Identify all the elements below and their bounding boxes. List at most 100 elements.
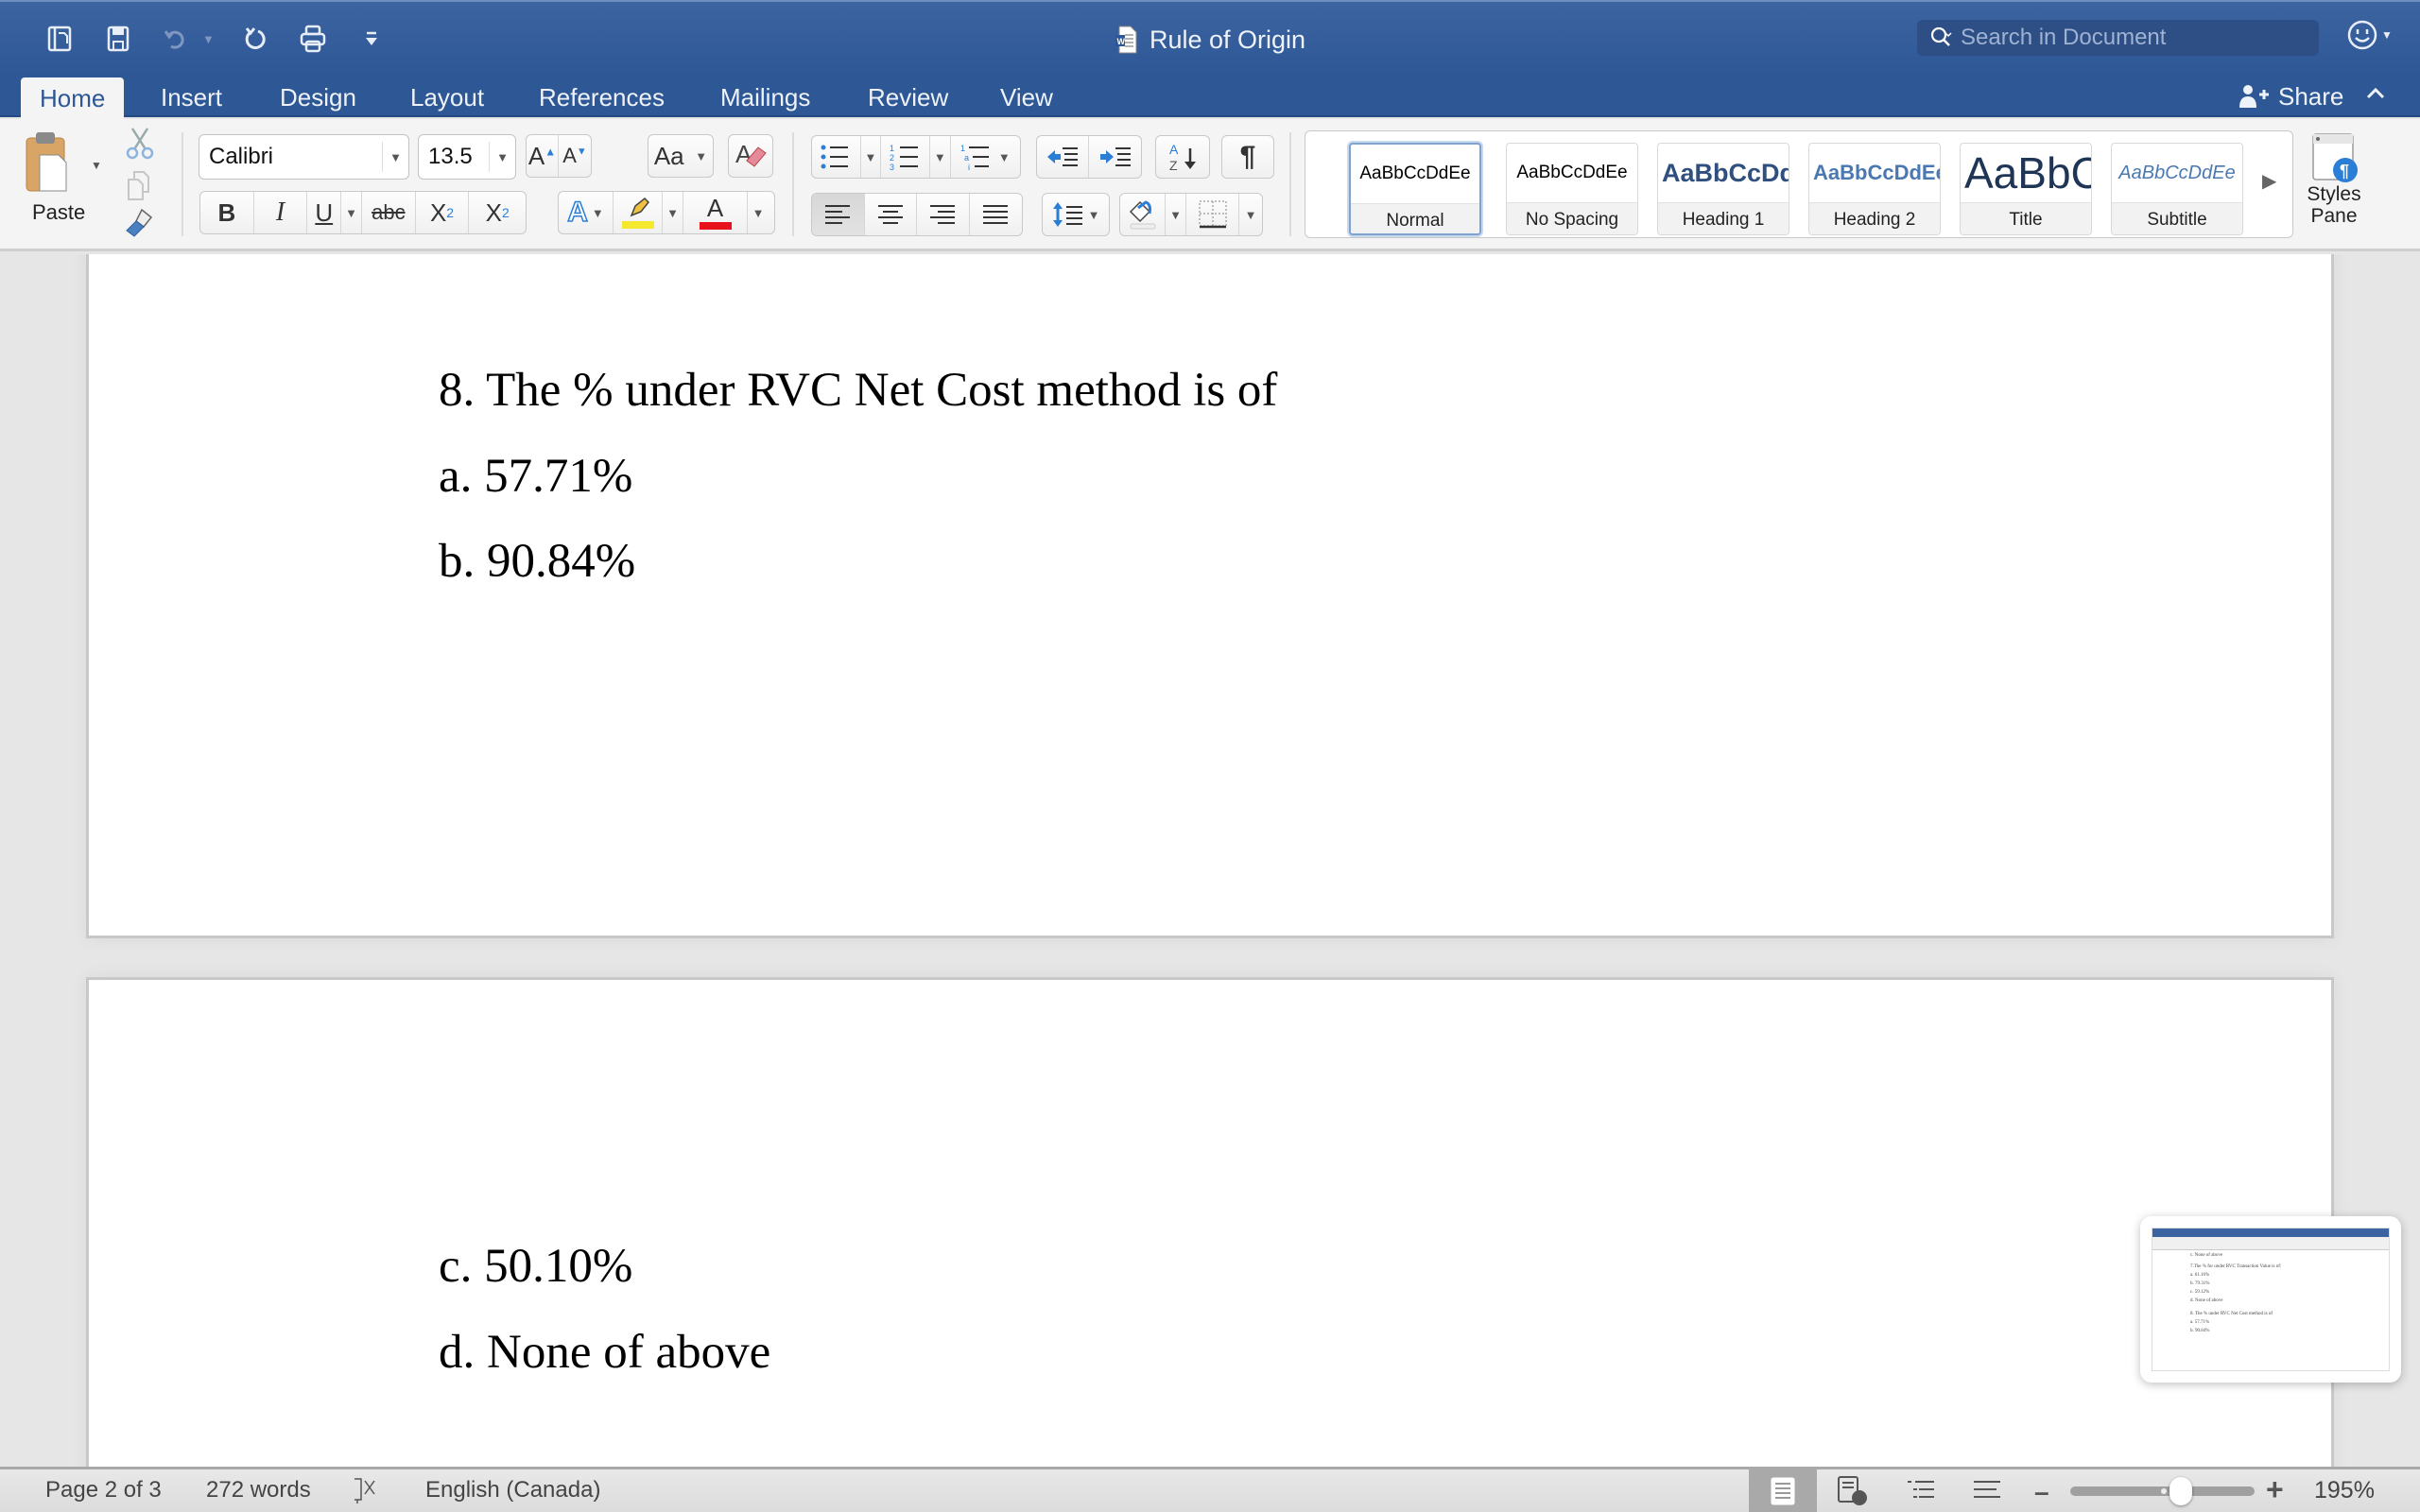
numbering-dropdown[interactable]: ▼	[930, 136, 951, 178]
borders-dropdown[interactable]: ▼	[1239, 194, 1262, 235]
page-count[interactable]: Page 2 of 3	[45, 1477, 162, 1503]
subscript-button[interactable]: X2	[416, 192, 470, 233]
copy-icon[interactable]	[125, 168, 155, 207]
paste-dropdown-icon[interactable]: ▼	[91, 159, 102, 172]
tab-design[interactable]: Design	[261, 76, 375, 119]
paste-button[interactable]	[23, 129, 79, 204]
tab-view[interactable]: View	[981, 76, 1072, 119]
proofing-icon[interactable]	[352, 1475, 384, 1510]
align-left-button[interactable]	[812, 194, 865, 235]
tab-insert[interactable]: Insert	[142, 76, 241, 119]
italic-button[interactable]: I	[254, 192, 308, 233]
shrink-font-button[interactable]: A▼	[559, 135, 591, 177]
shading-borders-group: ▼ ▼	[1119, 193, 1263, 236]
search-input[interactable]	[1961, 25, 2282, 51]
style-no-spacing[interactable]: AaBbCcDdEe No Spacing	[1506, 143, 1638, 235]
question-text[interactable]: 8. The % under RVC Net Cost method is of	[439, 363, 1277, 418]
document-canvas[interactable]: 8. The % under RVC Net Cost method is of…	[0, 254, 2420, 1467]
redo-icon[interactable]	[238, 23, 270, 55]
web-layout-view-button[interactable]	[1819, 1469, 1887, 1512]
font-color-button[interactable]: A	[683, 192, 748, 233]
style-sample: AaBbC	[1964, 148, 2091, 198]
styles-pane-button[interactable]: ¶ Styles Pane	[2303, 130, 2365, 244]
highlight-dropdown[interactable]: ▼	[663, 192, 683, 233]
word-count[interactable]: 272 words	[206, 1477, 311, 1503]
sidebar-toggle-icon[interactable]	[43, 23, 76, 55]
highlighter-icon	[630, 197, 649, 217]
decrease-indent-button[interactable]	[1037, 136, 1090, 178]
align-center-button[interactable]	[865, 194, 917, 235]
multilevel-list-button[interactable]: 1ai ▼	[951, 136, 1020, 178]
page-1[interactable]: 8. The % under RVC Net Cost method is of…	[86, 254, 2334, 938]
outline-view-button[interactable]	[1887, 1469, 1955, 1512]
sort-button[interactable]: AZ	[1155, 135, 1210, 179]
tab-references[interactable]: References	[520, 76, 683, 119]
change-case-button[interactable]: Aa ▼	[648, 134, 714, 178]
clear-formatting-button[interactable]: A	[728, 134, 773, 178]
home-ribbon: ▼ Paste Calibri ▼ 13.5 ▼ A▲ A▼ Aa ▼ A B I…	[0, 119, 2420, 251]
answer-option-c[interactable]: c. 50.10%	[439, 1239, 632, 1294]
group-separator	[182, 132, 183, 236]
page-2[interactable]: c. 50.10% d. None of above	[86, 977, 2334, 1467]
justify-button[interactable]	[970, 194, 1023, 235]
bullets-button[interactable]	[812, 136, 861, 178]
undo-dropdown-icon[interactable]: ▼	[202, 32, 215, 46]
zoom-slider-track[interactable]	[2070, 1486, 2255, 1496]
tab-mailings[interactable]: Mailings	[701, 76, 829, 119]
text-effects-button[interactable]: A ▼	[559, 192, 614, 233]
tab-review[interactable]: Review	[849, 76, 967, 119]
align-right-button[interactable]	[917, 194, 970, 235]
style-label: Normal	[1351, 203, 1479, 233]
format-painter-icon[interactable]	[123, 206, 157, 245]
style-heading-2[interactable]: AaBbCcDdEe Heading 2	[1808, 143, 1941, 235]
zoom-out-button[interactable]: –	[2034, 1477, 2049, 1507]
style-normal[interactable]: AaBbCcDdEe Normal	[1349, 143, 1481, 235]
cut-icon[interactable]	[123, 127, 157, 165]
show-formatting-marks-button[interactable]: ¶	[1221, 135, 1274, 179]
grow-font-button[interactable]: A▲	[527, 135, 560, 177]
window-thumbnail-preview[interactable]: c. None of above 7.The % for under RVC T…	[2140, 1216, 2401, 1383]
answer-option-d[interactable]: d. None of above	[439, 1325, 770, 1380]
language[interactable]: English (Canada)	[425, 1477, 600, 1503]
customize-toolbar-icon[interactable]	[355, 23, 388, 55]
feedback-button[interactable]: ▼	[2346, 19, 2393, 51]
style-heading-1[interactable]: AaBbCcDd Heading 1	[1657, 143, 1789, 235]
shading-button[interactable]	[1120, 194, 1166, 235]
zoom-in-button[interactable]: +	[2266, 1472, 2284, 1507]
increase-indent-button[interactable]	[1089, 136, 1141, 178]
bold-button[interactable]: B	[200, 192, 254, 233]
tab-layout[interactable]: Layout	[391, 76, 503, 119]
zoom-slider-handle[interactable]	[2169, 1477, 2192, 1505]
style-subtitle[interactable]: AaBbCcDdEe Subtitle	[2111, 143, 2243, 235]
tab-label: Review	[868, 82, 949, 112]
font-size-dropdown[interactable]: 13.5 ▼	[418, 134, 516, 180]
clear-formatting-icon: A	[735, 140, 767, 168]
collapse-ribbon-button[interactable]	[2365, 81, 2386, 111]
answer-option-a[interactable]: a. 57.71%	[439, 449, 632, 504]
print-layout-view-button[interactable]	[1749, 1469, 1817, 1512]
undo-icon[interactable]	[159, 23, 191, 55]
underline-dropdown[interactable]: ▼	[341, 192, 363, 233]
borders-button[interactable]	[1186, 194, 1239, 235]
styles-gallery-next-button[interactable]: ▶	[2262, 169, 2276, 193]
numbering-button[interactable]: 123	[881, 136, 930, 178]
font-name-dropdown[interactable]: Calibri ▼	[199, 134, 409, 180]
style-title[interactable]: AaBbC Title	[1960, 143, 2092, 235]
bullet-list-icon	[821, 145, 849, 169]
bullets-dropdown[interactable]: ▼	[861, 136, 882, 178]
superscript-button[interactable]: X2	[469, 192, 526, 233]
underline-button[interactable]: U	[307, 192, 342, 233]
highlight-button[interactable]	[614, 192, 663, 233]
share-button[interactable]: Share	[2238, 79, 2343, 113]
print-icon[interactable]	[297, 23, 329, 55]
line-spacing-button[interactable]: ▼	[1042, 193, 1110, 236]
draft-view-button[interactable]	[1953, 1469, 2021, 1512]
answer-option-b[interactable]: b. 90.84%	[439, 534, 635, 589]
strikethrough-button[interactable]: abc	[362, 192, 416, 233]
shading-dropdown[interactable]: ▼	[1166, 194, 1186, 235]
save-icon[interactable]	[102, 23, 134, 55]
tab-home[interactable]: Home	[21, 77, 125, 119]
search-box[interactable]	[1917, 20, 2319, 56]
zoom-level[interactable]: 195%	[2314, 1477, 2375, 1504]
font-color-dropdown[interactable]: ▼	[748, 192, 769, 233]
